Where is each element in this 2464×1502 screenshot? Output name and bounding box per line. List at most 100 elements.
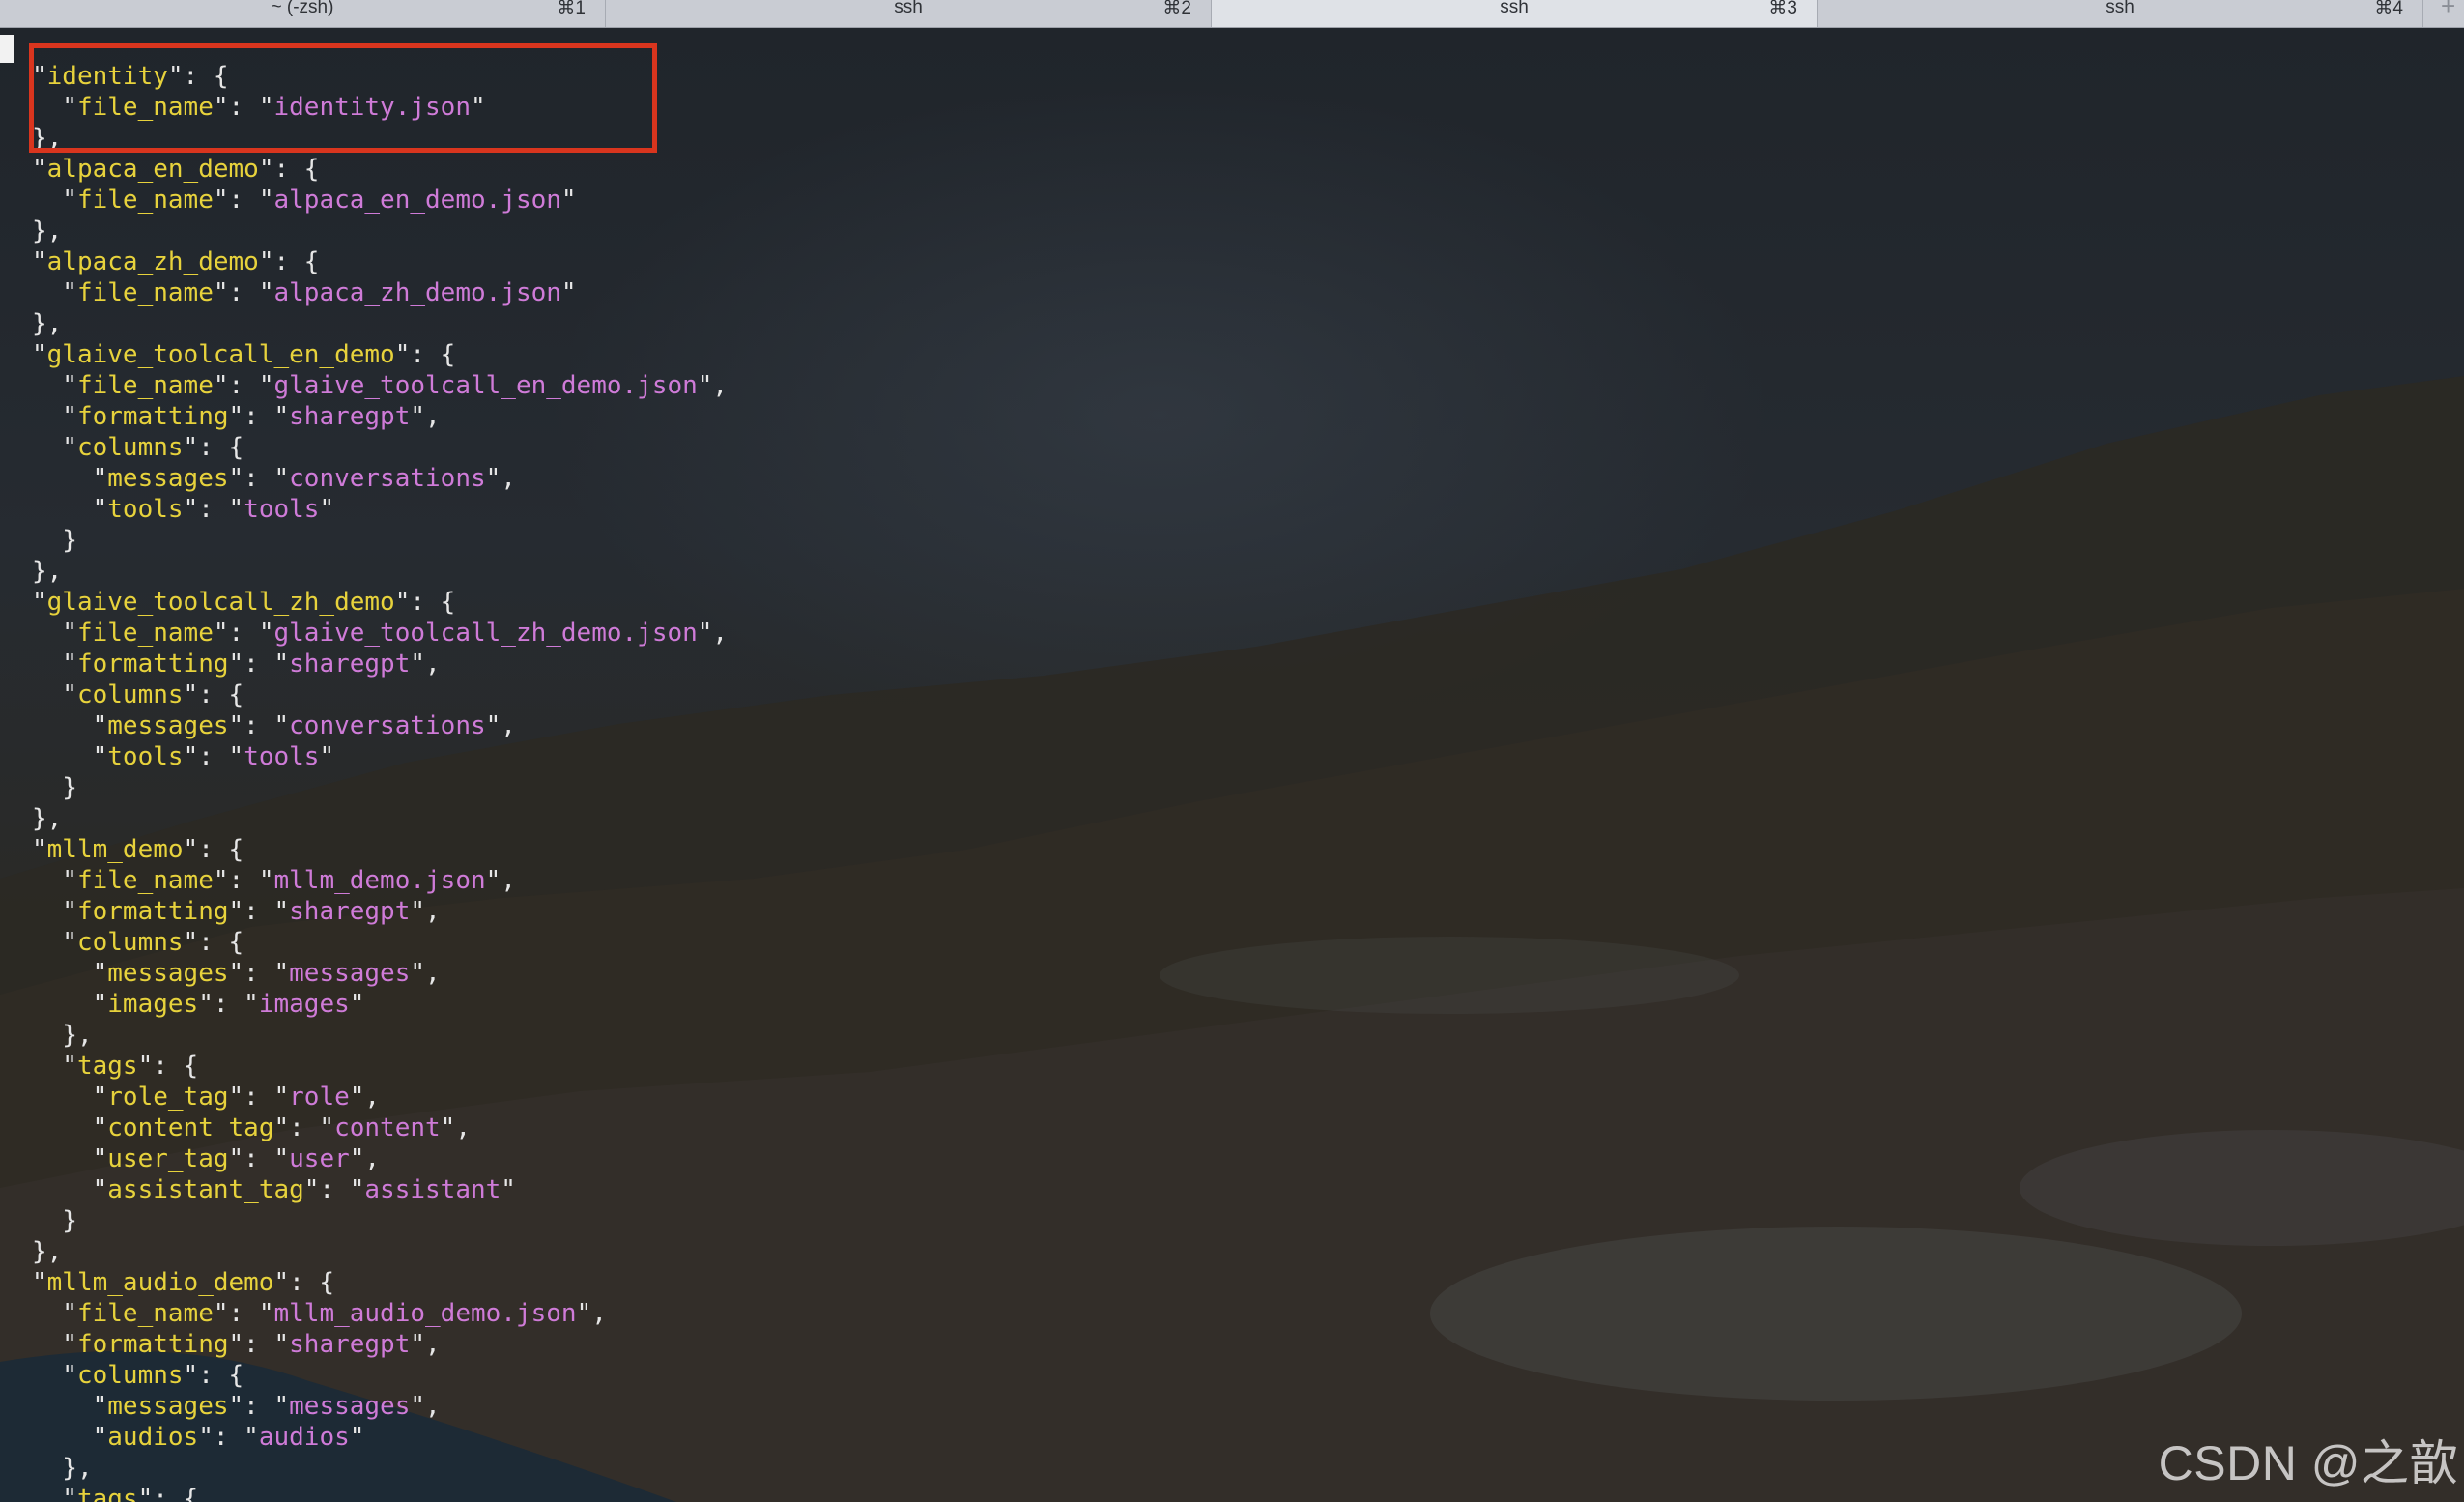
json-punctuation: }, (32, 1237, 63, 1266)
terminal-line: "file_name": "alpaca_en_demo.json" (32, 185, 728, 216)
json-punctuation: ": " (228, 1144, 290, 1173)
terminal-line: }, (32, 308, 728, 339)
json-punctuation: ", (440, 1113, 471, 1142)
json-key: images (107, 990, 199, 1019)
tab-shortcut: ⌘3 (1768, 0, 1797, 18)
json-punctuation: " (32, 1299, 77, 1328)
json-value: sharegpt (289, 402, 411, 431)
json-punctuation: }, (32, 1454, 93, 1483)
json-key: messages (107, 464, 229, 493)
json-key: messages (107, 711, 229, 740)
json-punctuation: ", (485, 711, 516, 740)
terminal-tab-bar: ~ (-zsh) ⌘1 ssh ⌘2 ssh ⌘3 ssh ⌘4 + (0, 0, 2464, 28)
json-punctuation: " (32, 247, 47, 276)
json-key: columns (76, 433, 184, 462)
json-value: images (258, 990, 350, 1019)
terminal-line: "columns": { (32, 1360, 728, 1391)
json-punctuation: ", (349, 1083, 381, 1112)
json-key: formatting (76, 1330, 229, 1359)
tab-4[interactable]: ssh ⌘4 (1818, 0, 2423, 27)
json-punctuation: ": " (273, 1113, 335, 1142)
tab-1[interactable]: ~ (-zsh) ⌘1 (0, 0, 606, 27)
terminal-line: "formatting": "sharegpt", (32, 401, 728, 432)
terminal-line: "file_name": "mllm_audio_demo.json", (32, 1298, 728, 1329)
json-key: messages (107, 959, 229, 988)
terminal-line: "tags": { (32, 1051, 728, 1082)
terminal-line: "tags": { (32, 1484, 728, 1502)
json-punctuation: ": " (228, 711, 290, 740)
json-punctuation: ": { (183, 433, 244, 462)
json-punctuation: " (32, 1083, 108, 1112)
json-punctuation: ": " (198, 1423, 259, 1452)
terminal-line: "glaive_toolcall_en_demo": { (32, 339, 728, 370)
terminal-line: "alpaca_zh_demo": { (32, 246, 728, 277)
json-key: formatting (76, 402, 229, 431)
terminal-line: "file_name": "glaive_toolcall_en_demo.js… (32, 370, 728, 401)
json-punctuation: " (32, 1392, 108, 1421)
tab-title: ssh (894, 0, 923, 17)
terminal-line: "user_tag": "user", (32, 1143, 728, 1174)
json-punctuation: " (32, 711, 108, 740)
json-punctuation: " (32, 990, 108, 1019)
json-punctuation: " (32, 588, 47, 617)
tab-3[interactable]: ssh ⌘3 (1212, 0, 1818, 27)
json-key: file_name (76, 1299, 214, 1328)
json-value: messages (289, 1392, 411, 1421)
json-punctuation: }, (32, 1021, 93, 1050)
json-punctuation: }, (32, 804, 63, 833)
json-punctuation: }, (32, 557, 63, 586)
json-punctuation: ": " (228, 402, 290, 431)
json-punctuation: " (32, 1113, 108, 1142)
terminal-line: }, (32, 1236, 728, 1267)
json-key: glaive_toolcall_en_demo (46, 340, 395, 369)
json-key: formatting (76, 897, 229, 926)
json-punctuation: " (32, 433, 77, 462)
json-punctuation: " (32, 1268, 47, 1297)
json-punctuation: ", (410, 959, 441, 988)
json-key: mllm_demo (46, 835, 184, 864)
terminal-line: }, (32, 1020, 728, 1051)
json-punctuation: } (32, 773, 77, 802)
json-punctuation: " (32, 402, 77, 431)
tab-2[interactable]: ssh ⌘2 (606, 0, 1212, 27)
terminal-line: "columns": { (32, 927, 728, 958)
json-punctuation: ": { (137, 1052, 199, 1081)
json-punctuation: " (32, 464, 108, 493)
terminal-line: "mllm_audio_demo": { (32, 1267, 728, 1298)
json-value: sharegpt (289, 650, 411, 679)
terminal-line: "assistant_tag": "assistant" (32, 1174, 728, 1205)
json-punctuation: ", (410, 897, 441, 926)
new-tab-button[interactable]: + (2423, 0, 2464, 27)
json-punctuation: } (32, 1206, 77, 1235)
json-punctuation: ": " (228, 959, 290, 988)
json-punctuation: " (349, 990, 365, 1019)
tab-title: ssh (1500, 0, 1529, 17)
json-punctuation: ", (485, 464, 516, 493)
terminal-line: "role_tag": "role", (32, 1082, 728, 1112)
json-value: sharegpt (289, 897, 411, 926)
json-key: file_name (76, 371, 214, 400)
json-key: tags (76, 1485, 138, 1502)
terminal-line: }, (32, 803, 728, 834)
json-punctuation: " (32, 1052, 77, 1081)
json-key: content_tag (107, 1113, 274, 1142)
terminal-pane[interactable]: "identity": { "file_name": "identity.jso… (0, 28, 2464, 1502)
json-punctuation: " (32, 866, 77, 895)
json-punctuation: " (32, 340, 47, 369)
json-value: sharegpt (289, 1330, 411, 1359)
terminal-line: "glaive_toolcall_zh_demo": { (32, 587, 728, 618)
json-value: conversations (289, 711, 486, 740)
json-punctuation: " (32, 1423, 108, 1452)
tab-title: ~ (-zsh) (271, 0, 334, 17)
json-punctuation: " (349, 1423, 365, 1452)
json-punctuation: ", (697, 371, 729, 400)
terminal-line: "formatting": "sharegpt", (32, 1329, 728, 1360)
json-value: user (289, 1144, 350, 1173)
json-punctuation: ": { (394, 340, 456, 369)
tab-shortcut: ⌘1 (557, 0, 586, 18)
json-punctuation: ": " (228, 1330, 290, 1359)
terminal-line: "tools": "tools" (32, 741, 728, 772)
json-punctuation: ": { (273, 1268, 335, 1297)
json-key: columns (76, 928, 184, 957)
terminal-line: "audios": "audios" (32, 1422, 728, 1453)
